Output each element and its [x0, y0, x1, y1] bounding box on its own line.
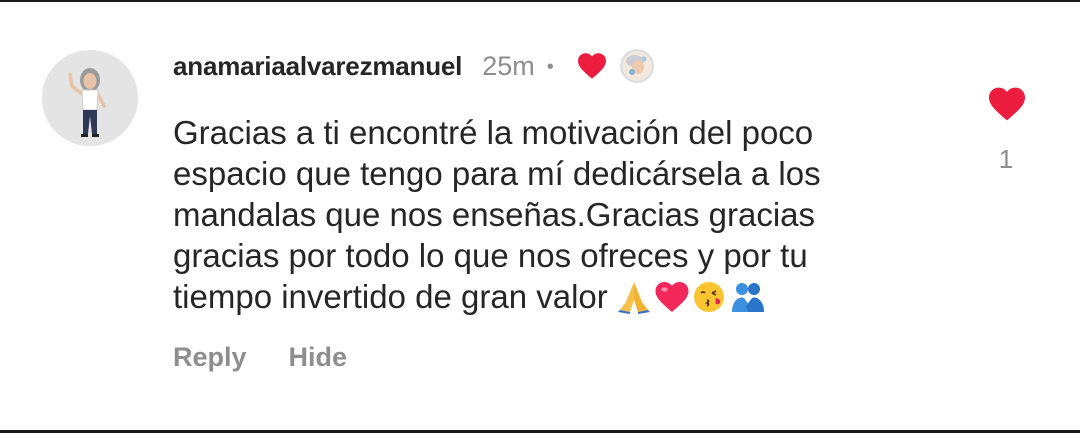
- comment-frame: anamariaalvarezmanuel 25m • Gracias a ti…: [0, 0, 1080, 433]
- like-button[interactable]: [987, 86, 1027, 122]
- red-heart-emoji-icon: [654, 280, 690, 314]
- folded-hands-emoji-icon: [616, 280, 652, 314]
- timestamp: 25m: [482, 50, 535, 81]
- people-hugging-emoji-icon: [730, 280, 766, 314]
- reply-button[interactable]: Reply: [173, 342, 247, 373]
- comment-header: anamariaalvarezmanuel 25m •: [173, 46, 654, 86]
- separator-dot: •: [546, 55, 554, 78]
- red-heart-icon: [576, 51, 610, 81]
- hide-button[interactable]: Hide: [289, 342, 348, 373]
- heart-icon: [989, 87, 1025, 121]
- like-count[interactable]: 1: [986, 144, 1026, 175]
- user-avatar[interactable]: [42, 50, 138, 146]
- kissing-face-emoji-icon: [692, 280, 728, 314]
- username[interactable]: anamariaalvarezmanuel: [173, 51, 462, 82]
- comment-body: Gracias a ti encontré la motivación del …: [173, 112, 913, 317]
- creator-avatar-icon: [619, 49, 654, 83]
- comment-actions: Reply Hide: [173, 342, 347, 373]
- emoji-group: [616, 280, 766, 314]
